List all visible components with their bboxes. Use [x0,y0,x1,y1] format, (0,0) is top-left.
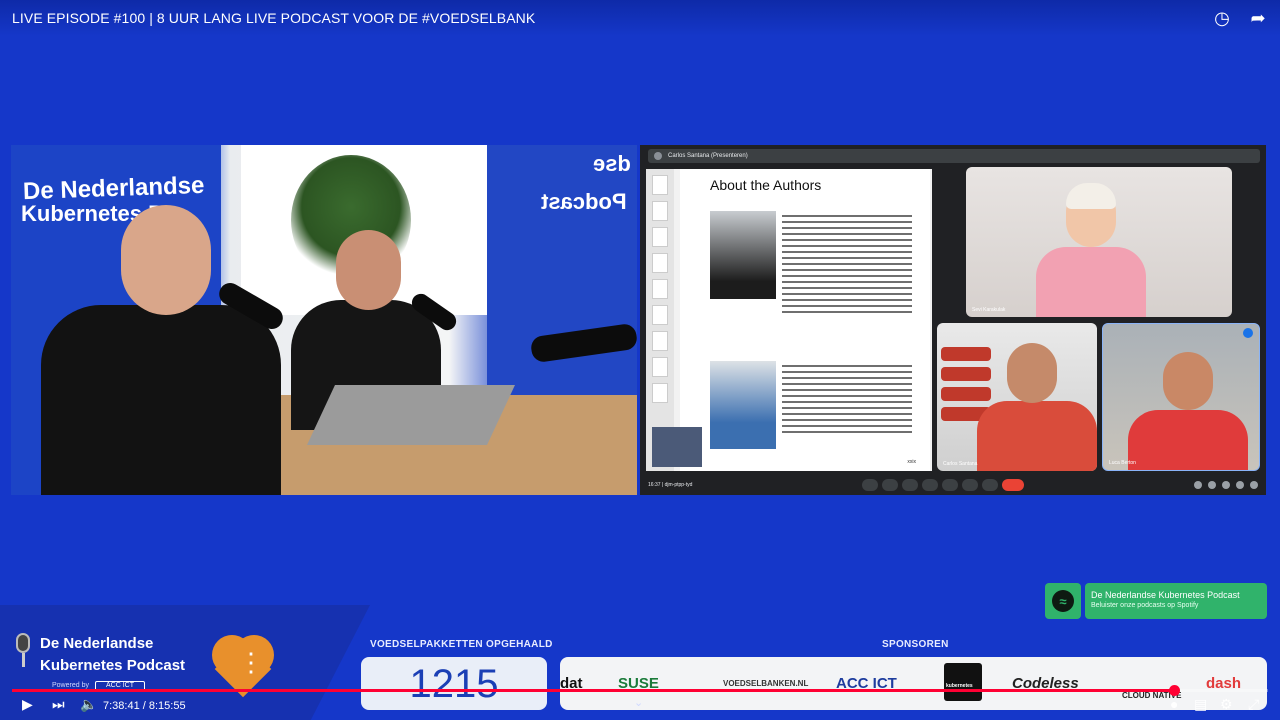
seek-bar[interactable] [12,685,1268,696]
info-icon[interactable] [1194,481,1202,489]
banner-right-text-2: Podcast [541,189,627,214]
time-display: 7:38:41 / 8:15:55 [103,700,186,712]
self-view-thumbnail [652,427,702,467]
subtitles-icon[interactable]: ▤ [1194,696,1207,713]
studio-camera-feed: De Nederlandse Kubernetes P dse Podcast [11,145,637,495]
presenter-label: Carlos Santana (Presenteren) [668,153,748,159]
page-number: xxix [907,459,916,465]
thumbnail [652,305,668,325]
author-photo-2 [710,361,776,449]
chevron-down-icon[interactable]: ⌄ [634,696,643,709]
people-icon[interactable] [1208,481,1216,489]
end-call-icon[interactable] [1002,479,1024,491]
call-time: 16:37 | djm-ptpp-tyd [648,482,693,488]
powered-by-label: Powered by [52,682,89,689]
autoplay-toggle-icon[interactable]: ● [1170,696,1178,712]
participant-video [1036,183,1146,317]
raise-hand-icon[interactable] [962,479,978,491]
participant-video [1128,344,1248,470]
shared-document: About the Authors xxix [646,169,932,471]
sponsor-logo: VOEDSELBANKEN.NL [723,679,809,688]
thumbnail [652,201,668,221]
play-icon[interactable]: ▶ [22,696,33,713]
author-photo-1 [710,211,776,299]
author-bio-1 [782,211,912,317]
participant-name: Sevi Karakulak [972,307,1006,313]
brand-line-2: Kubernetes Podcast [40,657,186,674]
participant-name: Luca Berton [1109,460,1136,466]
video-call-feed: Carlos Santana (Presenteren) About the A… [640,145,1266,495]
fork-icon: ⋮ [238,649,264,683]
seek-handle[interactable] [1168,685,1180,696]
activities-icon[interactable] [1236,481,1244,489]
slide-title: About the Authors [710,177,822,193]
mic-icon[interactable] [862,479,878,491]
next-icon[interactable]: ⏭ [52,696,65,713]
clock-icon[interactable]: ◷ [1212,8,1232,29]
participant-tile[interactable]: Sevi Karakulak [966,167,1232,317]
counter-label: VOEDSELPAKKETTEN OPGEHAALD [370,639,553,650]
author-bio-2 [782,361,912,437]
host-left [31,205,281,495]
fullscreen-exit-icon[interactable]: ⤢ [1248,696,1259,713]
call-side-buttons [1194,481,1258,489]
player-controls: ▶ ⏭ 🔈 7:38:41 / 8:15:55 ⌄ ● ▤ ⚙ ⤢ [0,696,1280,718]
chat-icon[interactable] [1222,481,1230,489]
document-page: About the Authors xxix [680,169,930,471]
volume-icon[interactable]: 🔈 [80,696,97,713]
page-thumbnails [646,169,674,471]
more-options-icon[interactable] [982,479,998,491]
banner-right-text-1: dse [593,151,631,176]
laptop [307,385,515,445]
brand-line-1: De Nederlandse [40,635,154,652]
thumbnail [652,227,668,247]
video-title-bar: LIVE EPISODE #100 | 8 UUR LANG LIVE PODC… [0,0,1280,36]
thumbnail [652,279,668,299]
share-icon[interactable]: ➦ [1248,8,1268,29]
seek-bar-played [12,689,1174,692]
thumbnail [652,357,668,377]
call-buttons [862,479,1024,491]
participant-name: Carlos Santana [943,461,978,467]
thumbnail [652,175,668,195]
thumbnail [652,383,668,403]
title-actions: ◷ ➦ [1212,8,1268,29]
host-right-head [336,230,401,310]
presenter-bar: Carlos Santana (Presenteren) [648,149,1260,163]
voedselbank-heart-icon: ⋮ [212,635,274,698]
emoji-icon[interactable] [922,479,938,491]
participant-video [977,333,1097,471]
participant-tile[interactable]: Carlos Santana [937,323,1097,471]
microphone-icon [14,633,32,673]
host-left-body [41,305,281,495]
participant-tile[interactable]: Luca Berton [1102,323,1260,471]
thumbnail [652,253,668,273]
video-title[interactable]: LIVE EPISODE #100 | 8 UUR LANG LIVE PODC… [12,10,535,26]
host-controls-icon[interactable] [1250,481,1258,489]
spotify-title: De Nederlandse Kubernetes Podcast [1091,590,1240,600]
thumbnail [652,331,668,351]
present-icon[interactable] [942,479,958,491]
host-left-head [121,205,211,315]
camera-icon[interactable] [882,479,898,491]
call-controls: 16:37 | djm-ptpp-tyd [640,475,1266,495]
captions-icon[interactable] [902,479,918,491]
speaking-indicator-icon [1243,328,1253,338]
sponsors-label: SPONSOREN [882,639,949,650]
settings-icon[interactable]: ⚙ [1220,696,1233,713]
presenter-avatar [654,152,662,160]
